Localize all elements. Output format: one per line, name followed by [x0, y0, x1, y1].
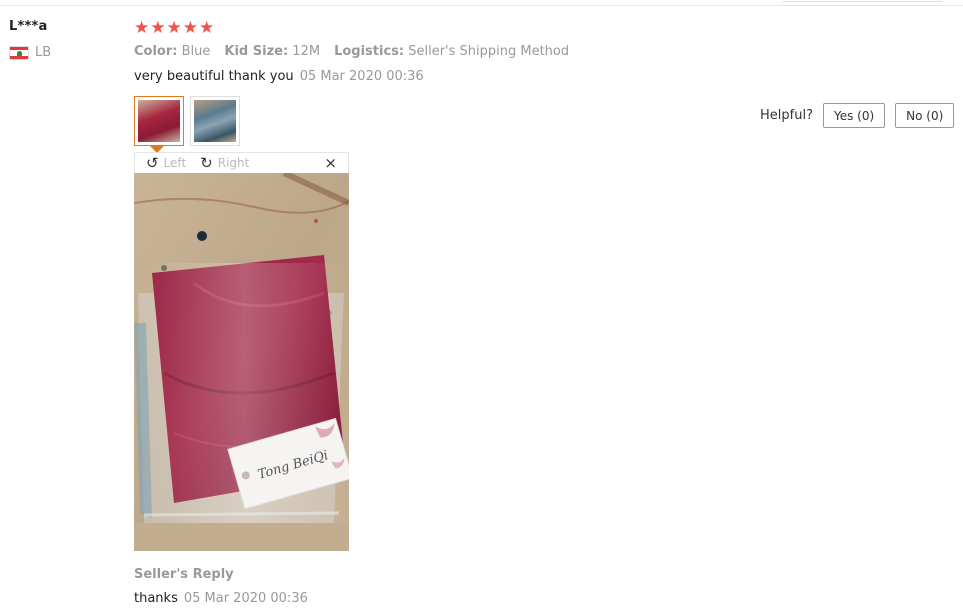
rotate-left-icon: ↺: [146, 153, 159, 172]
rotate-right-label: Right: [217, 156, 250, 170]
rotate-right-icon: ↻: [200, 153, 213, 172]
lebanon-flag-icon: [9, 45, 29, 60]
seller-reply: thanks 05 Mar 2020 00:36: [134, 591, 308, 606]
photo-thumbnail-image: [194, 100, 236, 142]
helpful-no-button[interactable]: No (0): [895, 103, 955, 128]
image-viewer-toolbar: ↺ Left ↻ Right ×: [134, 152, 349, 173]
rotate-left-label: Left: [163, 156, 187, 170]
photo-thumbnail-2[interactable]: [190, 96, 240, 146]
top-edge-control: [783, 0, 943, 2]
seller-reply-title: Seller's Reply: [134, 567, 234, 582]
feedback-text: very beautiful thank you 05 Mar 2020 00:3…: [134, 69, 424, 84]
attr-color: Color: Blue: [134, 44, 211, 59]
feedback-date: 05 Mar 2020 00:36: [299, 69, 424, 84]
feedback-content: very beautiful thank you: [134, 69, 294, 84]
rotate-right-button[interactable]: ↻ Right: [200, 153, 250, 172]
star-rating: ★ ★ ★ ★ ★: [134, 18, 214, 38]
country-code: LB: [35, 45, 52, 60]
star-icon: ★: [150, 18, 166, 38]
helpful-yes-button[interactable]: Yes (0): [822, 103, 886, 128]
top-divider: [0, 5, 963, 6]
reviewer-name: L***a: [9, 19, 48, 34]
star-icon: ★: [182, 18, 198, 38]
helpful-label: Helpful?: [760, 108, 813, 123]
photo-thumbnail-image: [138, 100, 180, 142]
seller-reply-content: thanks: [134, 591, 178, 606]
star-icon: ★: [166, 18, 182, 38]
seller-reply-date: 05 Mar 2020 00:36: [183, 591, 308, 606]
attr-kid-size: Kid Size: 12M: [224, 44, 321, 59]
star-icon: ★: [199, 18, 215, 38]
product-photo: Tong BeiQi: [134, 173, 349, 551]
photo-thumbnails: [134, 96, 240, 153]
order-attributes: Color: Blue Kid Size: 12M Logistics: Sel…: [134, 44, 569, 59]
photo-thumbnail-1[interactable]: [134, 96, 184, 153]
close-icon[interactable]: ×: [324, 154, 337, 172]
attr-logistics: Logistics: Seller's Shipping Method: [334, 44, 570, 59]
enlarged-photo[interactable]: Tong BeiQi: [134, 173, 349, 551]
helpful-voting: Helpful? Yes (0) No (0): [760, 103, 955, 128]
reviewer-country: LB: [9, 45, 51, 60]
star-icon: ★: [134, 18, 150, 38]
rotate-left-button[interactable]: ↺ Left: [146, 153, 187, 172]
